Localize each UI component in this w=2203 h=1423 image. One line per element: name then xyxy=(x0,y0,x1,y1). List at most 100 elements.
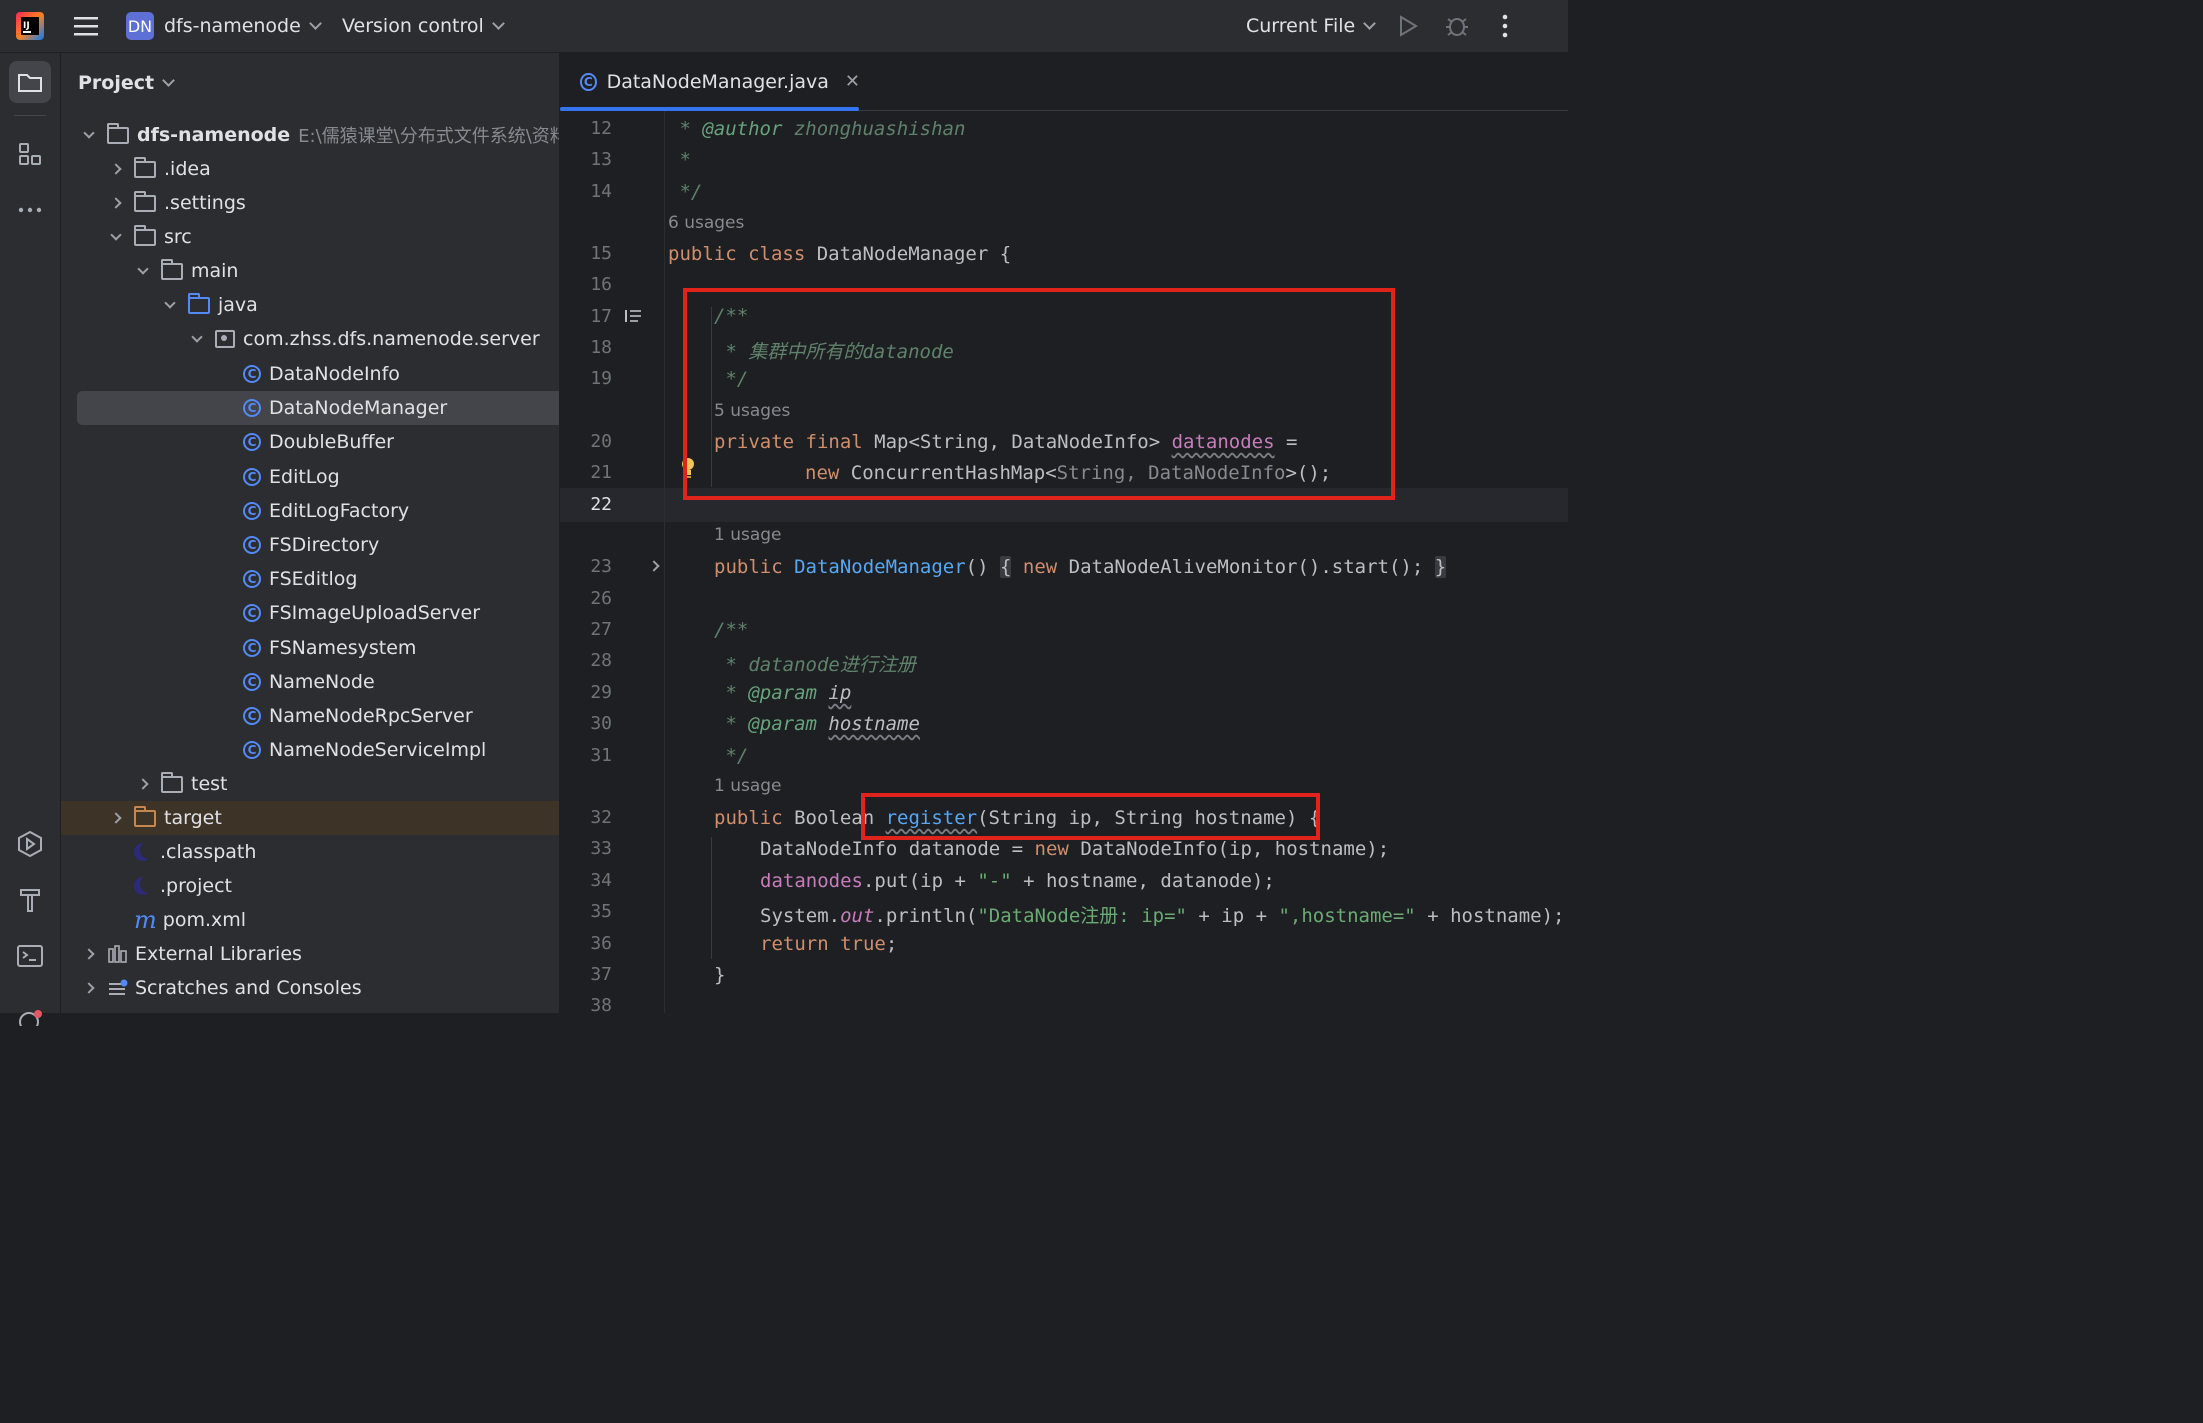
tree-item-pom[interactable]: m pom.xml xyxy=(61,903,559,937)
line-number: 36 xyxy=(590,933,612,954)
tree-item-label: EditLog xyxy=(269,466,340,488)
tree-item-class[interactable]: C NameNodeServiceImpl xyxy=(61,733,559,767)
line-number: 35 xyxy=(590,901,612,922)
tree-item-classpath[interactable]: .classpath xyxy=(61,835,559,869)
title-bar: IJ DN dfs-namenode Version control Curre… xyxy=(0,0,1568,53)
class-icon: C xyxy=(243,604,261,622)
project-selector[interactable]: DN dfs-namenode xyxy=(126,0,322,52)
project-tool-folder-icon[interactable] xyxy=(9,61,51,103)
main-menu-icon[interactable] xyxy=(72,0,100,52)
services-icon[interactable] xyxy=(9,823,51,865)
doc-render-icon[interactable] xyxy=(624,308,642,324)
usages-hint[interactable]: 1 usage xyxy=(714,776,782,796)
code-token: */ xyxy=(714,745,749,767)
project-badge: DN xyxy=(126,12,154,40)
tree-item-label: FSEditlog xyxy=(269,568,358,590)
tree-item-class[interactable]: C DoubleBuffer xyxy=(61,425,559,459)
intellij-logo-icon[interactable]: IJ xyxy=(14,0,46,52)
scratches-icon xyxy=(109,979,128,995)
tree-item-test[interactable]: test xyxy=(61,767,559,801)
debug-icon[interactable] xyxy=(1444,0,1470,52)
code-token: @param xyxy=(748,682,817,704)
line-number: 34 xyxy=(590,870,612,891)
code-token: ; xyxy=(885,933,898,955)
code-token: DataNodeManager xyxy=(794,556,966,578)
tree-item-target[interactable]: target xyxy=(61,801,559,835)
tree-item-class[interactable]: C EditLog xyxy=(61,460,559,494)
line-number: 37 xyxy=(590,964,612,985)
code-token: * xyxy=(668,149,691,171)
tree-item-label: src xyxy=(164,226,192,248)
tree-item-main[interactable]: main xyxy=(61,254,559,288)
version-control-menu[interactable]: Version control xyxy=(342,0,505,52)
chevron-down-icon xyxy=(308,16,322,30)
more-tool-windows-icon[interactable] xyxy=(9,189,51,231)
tree-item-label: NameNodeServiceImpl xyxy=(269,739,487,761)
tab-datanodemanager[interactable]: C DataNodeManager.java ✕ xyxy=(560,53,860,111)
tree-item-label: NameNode xyxy=(269,671,375,693)
tree-item-src[interactable]: src xyxy=(61,220,559,254)
tree-item-label: com.zhss.dfs.namenode.server xyxy=(243,328,540,350)
folder-icon xyxy=(134,156,156,178)
line-number: 19 xyxy=(590,368,612,389)
tree-item-scratches[interactable]: Scratches and Consoles xyxy=(61,971,559,1005)
line-number: 21 xyxy=(590,462,612,483)
chevron-down-icon xyxy=(491,16,505,30)
fold-expand-icon[interactable] xyxy=(648,560,660,572)
tree-item-label: pom.xml xyxy=(162,909,247,931)
tree-item-class[interactable]: C NameNodeRpcServer xyxy=(61,699,559,733)
code-token: ",hostname=" xyxy=(1278,905,1416,927)
code-editor[interactable]: 12 13 14 15 16 17 18 19 20 21 22 23 26 27 28 29 30 31 32 33… xyxy=(560,111,1568,1013)
usages-hint[interactable]: 6 usages xyxy=(668,213,744,233)
run-icon[interactable] xyxy=(1396,0,1420,52)
tree-item-class[interactable]: C EditLogFactory xyxy=(61,494,559,528)
folded-brace[interactable]: } xyxy=(1434,556,1447,578)
tree-item-class[interactable]: C FSImageUploadServer xyxy=(61,596,559,630)
tree-item-label: FSDirectory xyxy=(269,534,380,556)
line-number: 14 xyxy=(590,181,612,202)
code-token: @author xyxy=(702,118,783,140)
build-hammer-icon[interactable] xyxy=(9,879,51,921)
tree-item-class[interactable]: C FSNamesystem xyxy=(61,631,559,665)
tree-item-project-file[interactable]: .project xyxy=(61,869,559,903)
class-icon: C xyxy=(243,502,261,520)
problems-icon[interactable] xyxy=(9,993,51,1035)
code-token: } xyxy=(714,964,726,986)
code-token: out xyxy=(840,905,875,927)
close-icon[interactable]: ✕ xyxy=(845,71,860,92)
usages-hint[interactable]: 1 usage xyxy=(714,525,782,545)
code-token: "-" xyxy=(977,870,1012,892)
tree-item-idea[interactable]: .idea xyxy=(61,152,559,186)
tree-item-class-selected[interactable]: C DataNodeManager xyxy=(77,391,559,425)
tree-item-class[interactable]: C NameNode xyxy=(61,665,559,699)
code-token: */ xyxy=(668,181,703,203)
line-number: 18 xyxy=(590,337,612,358)
gutter-separator xyxy=(664,111,665,1013)
tree-item-class[interactable]: C FSDirectory xyxy=(61,528,559,562)
tab-label: DataNodeManager.java xyxy=(606,70,829,93)
left-tool-window-bar xyxy=(0,53,61,1026)
line-number: 32 xyxy=(590,807,612,828)
tree-item-class[interactable]: C DataNodeInfo xyxy=(61,357,559,391)
class-icon: C xyxy=(243,639,261,657)
line-number: 22 xyxy=(590,494,612,515)
tree-item-label: DataNodeManager xyxy=(269,397,448,419)
chevron-right-icon xyxy=(110,812,122,824)
tree-item-java[interactable]: java xyxy=(61,288,559,322)
more-actions-icon[interactable] xyxy=(1496,0,1514,52)
excluded-folder-icon xyxy=(134,805,156,827)
tree-item-package[interactable]: com.zhss.dfs.namenode.server xyxy=(61,322,559,356)
run-config-selector[interactable]: Current File xyxy=(1246,0,1377,52)
tree-item-settings[interactable]: .settings xyxy=(61,186,559,220)
structure-icon[interactable] xyxy=(9,133,51,175)
folded-brace[interactable]: { xyxy=(1000,556,1012,578)
code-token: /** xyxy=(714,619,749,641)
code-token: return xyxy=(760,933,829,955)
project-view-selector[interactable]: Project xyxy=(78,63,175,103)
maven-icon: m xyxy=(134,906,157,934)
tree-item-root[interactable]: dfs-namenode E:\儒猿课堂\分布式文件系统\资料 xyxy=(61,118,559,152)
tree-item-external-libraries[interactable]: External Libraries xyxy=(61,937,559,971)
line-number: 15 xyxy=(590,243,612,264)
tree-item-class[interactable]: C FSEditlog xyxy=(61,562,559,596)
terminal-icon[interactable] xyxy=(9,935,51,977)
